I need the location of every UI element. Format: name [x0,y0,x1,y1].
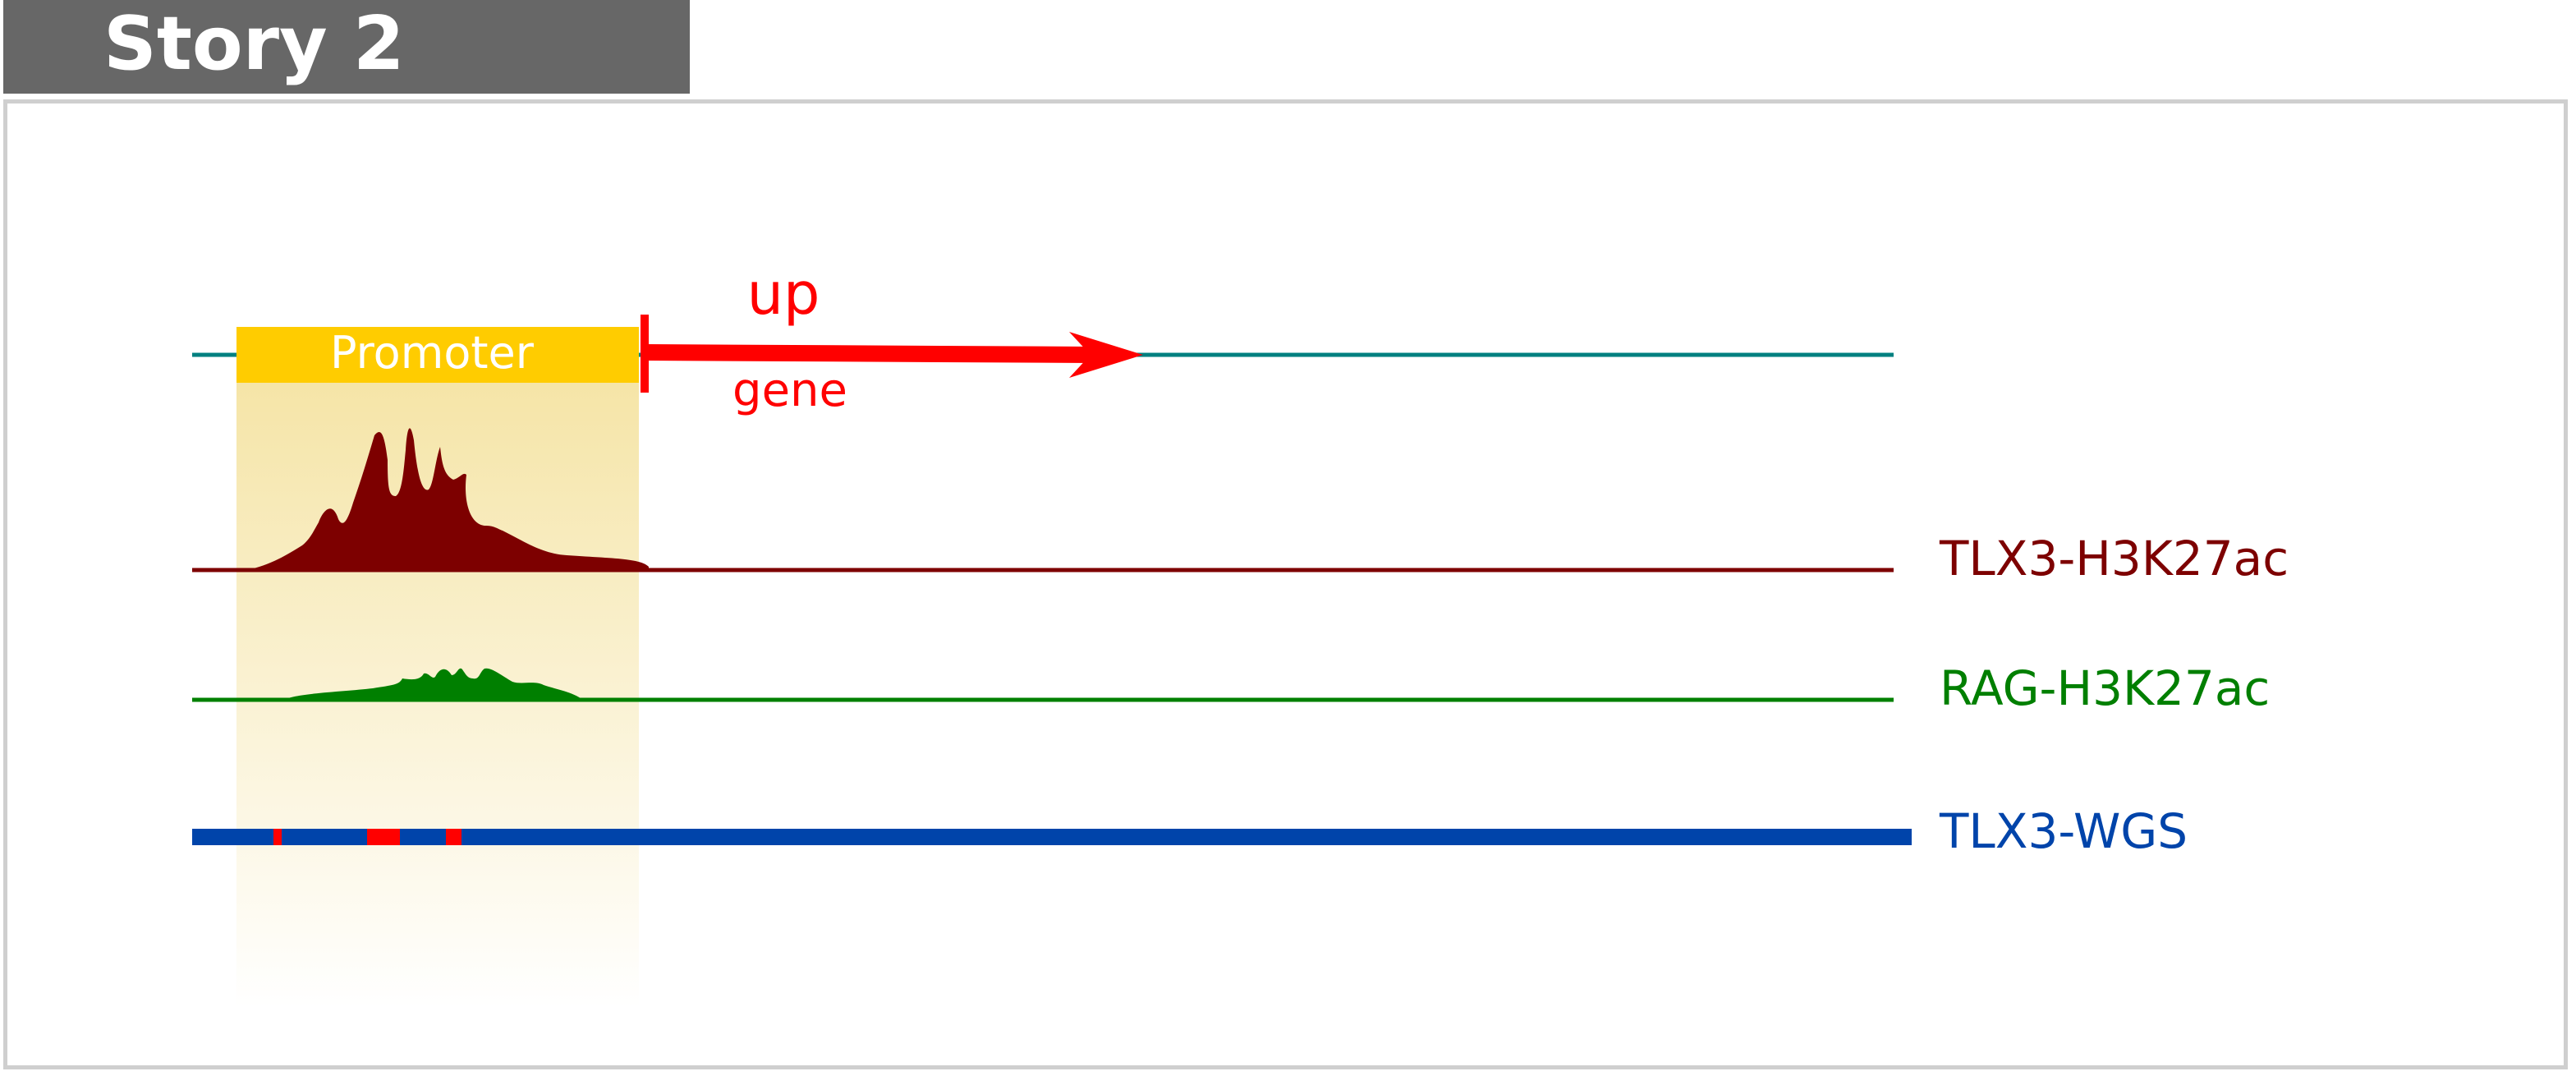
variant-mark [367,829,400,845]
tlx3-h3k27ac-label: TLX3-H3K27ac [1939,531,2289,586]
variant-mark [446,829,461,845]
tlx3-wgs-label: TLX3-WGS [1939,803,2188,859]
gene-label: gene [732,364,847,417]
genome-diagram: Promoter up gene TLX3-H3K27ac RAG-H3K27a… [192,260,2289,1007]
promoter-label: Promoter [330,327,535,379]
variant-mark [273,829,282,845]
transcription-arrow-shaft [644,344,1093,363]
gene-direction-label: up [747,260,820,328]
rag-h3k27ac-label: RAG-H3K27ac [1940,660,2270,716]
